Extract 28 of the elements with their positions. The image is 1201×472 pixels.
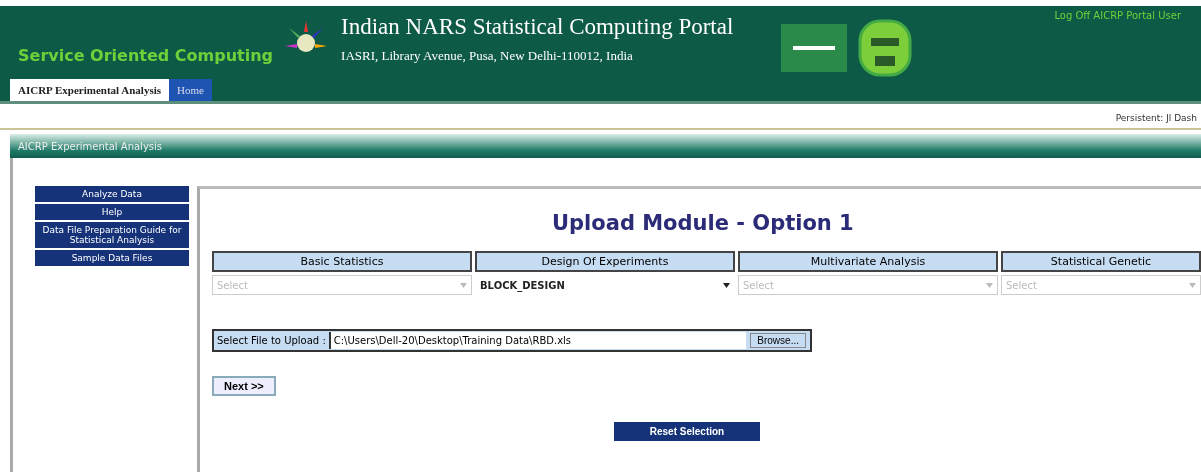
nav-tab[interactable]: AICRP Experimental Analysis — [10, 79, 169, 101]
caret-icon — [986, 282, 993, 288]
caret-icon — [460, 282, 467, 288]
logo-icon — [781, 24, 848, 72]
category-header: Multivariate Analysis — [738, 251, 998, 272]
category-header: Basic Statistics — [212, 251, 472, 272]
category-header: Statistical Genetic — [1001, 251, 1201, 272]
next-button[interactable]: Next >> — [212, 376, 276, 396]
caret-icon — [1189, 282, 1196, 288]
mask-logo-icon — [857, 18, 914, 78]
brand-text: Service Oriented Computing — [18, 46, 274, 65]
category-header: Design Of Experiments — [475, 251, 735, 272]
browse-button[interactable]: Browse... — [750, 333, 806, 348]
category-dropdown[interactable]: BLOCK_DESIGN — [475, 275, 735, 295]
portal-title: Indian NARS Statistical Computing Portal — [341, 14, 734, 40]
reset-button[interactable]: Reset Selection — [614, 422, 760, 441]
address-text: IASRI, Library Avenue, Pusa, New Delhi-110012, India — [341, 48, 634, 64]
file-upload-field[interactable]: Select File to Upload : C:\Users\Dell-20\Desktop\Training Data\RBD.xls Browse... — [212, 329, 812, 352]
user-text: Persistent: Jl Dash — [1115, 113, 1197, 123]
logout-link[interactable]: Log Off AICRP Portal User — [1054, 10, 1201, 21]
module-title: Upload Module - Option 1 — [552, 211, 855, 235]
sidebar-item[interactable]: Help — [35, 204, 189, 220]
nav-tab[interactable]: Home — [169, 79, 212, 101]
sidebar-item[interactable]: Data File Preparation Guide for Statistical Analysis — [35, 222, 189, 248]
sidebar-item[interactable]: Sample Data Files — [35, 250, 189, 266]
caret-icon — [723, 282, 730, 288]
sidebar-item[interactable]: Analyze Data — [35, 186, 189, 202]
section-title: AICRP Experimental Analysis — [18, 140, 162, 152]
